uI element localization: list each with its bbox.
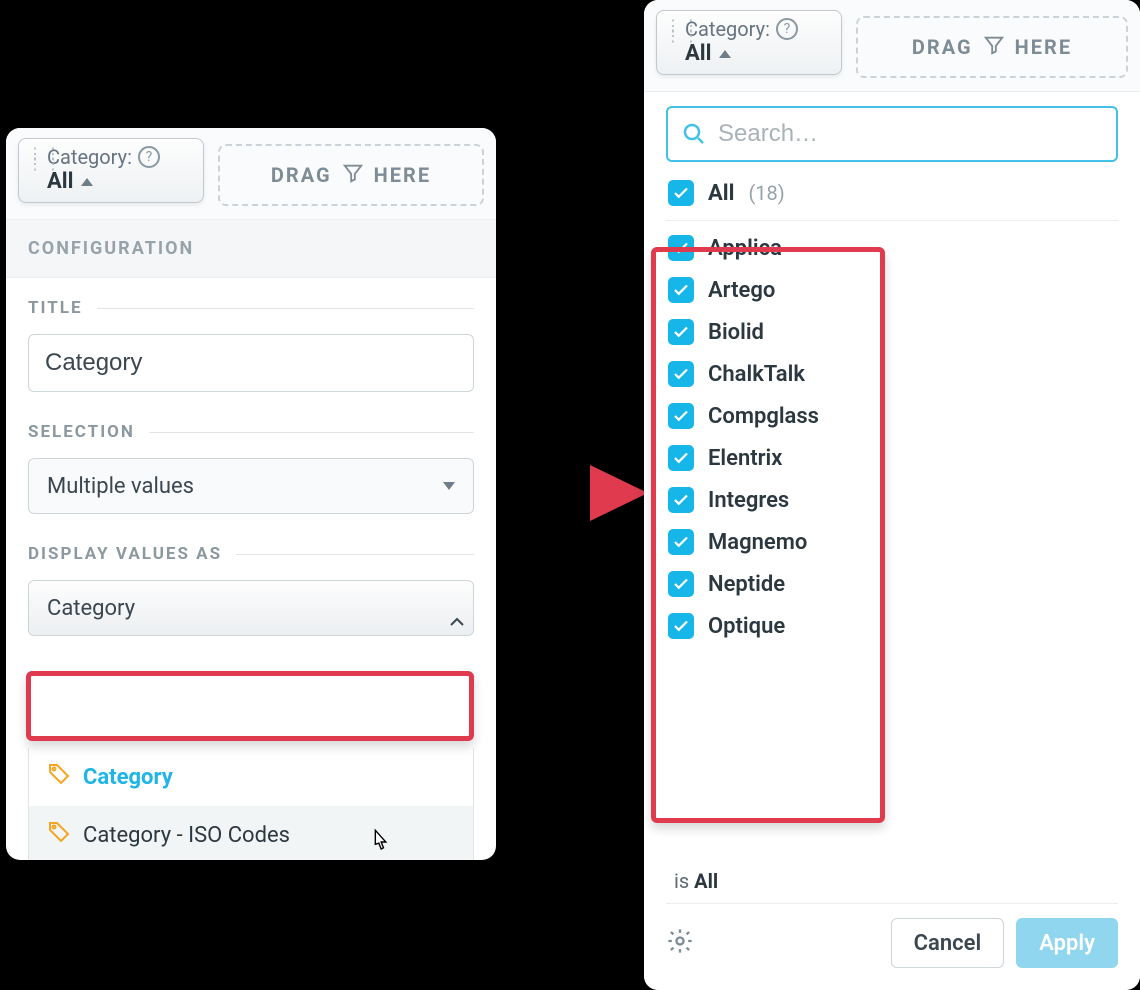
item-label: Magnemo (708, 530, 807, 555)
option-label: Category (83, 765, 173, 790)
help-icon[interactable]: ? (138, 146, 160, 168)
tag-icon (47, 820, 71, 850)
dropzone-here: HERE (1015, 35, 1072, 59)
checkbox-checked-icon[interactable] (668, 403, 694, 429)
chevron-up-icon (81, 178, 93, 186)
all-label: All (708, 181, 734, 206)
select-all-row[interactable]: All (18) (666, 162, 1118, 221)
list-item[interactable]: Optique (666, 605, 1118, 647)
checkbox-checked-icon[interactable] (668, 319, 694, 345)
filter-chip-category[interactable]: ⋮⋮⋮⋮ Category: ? All (656, 10, 842, 75)
chevron-down-icon (443, 482, 455, 490)
status-value: All (694, 869, 718, 893)
filter-drop-zone[interactable]: DRAG HERE (218, 144, 484, 206)
title-label: TITLE (28, 298, 83, 318)
display-values-group: DISPLAY VALUES AS Category (6, 524, 496, 636)
list-item[interactable]: Magnemo (666, 521, 1118, 563)
item-label: Neptide (708, 572, 785, 597)
dropdown-option-category[interactable]: Category (29, 748, 473, 806)
search-input[interactable] (716, 119, 1102, 149)
item-label: Applica (708, 236, 782, 261)
selection-select[interactable]: Multiple values (28, 458, 474, 514)
pointer-cursor-icon (366, 828, 394, 860)
selection-group: SELECTION Multiple values (6, 402, 496, 524)
funnel-icon (983, 34, 1005, 61)
chevron-up-icon (719, 50, 731, 58)
configuration-header: CONFIGURATION (6, 220, 496, 278)
item-label: Compglass (708, 404, 819, 429)
checkbox-checked-icon[interactable] (668, 445, 694, 471)
status-prefix: is (674, 869, 694, 893)
checkbox-checked-icon[interactable] (668, 529, 694, 555)
item-label: Elentrix (708, 446, 782, 471)
highlight-display-select (26, 671, 474, 741)
checkbox-checked-icon[interactable] (668, 180, 694, 206)
checkbox-checked-icon[interactable] (668, 571, 694, 597)
right-topbar: ⋮⋮⋮⋮ Category: ? All DRAG HERE (644, 0, 1140, 92)
filter-drop-zone[interactable]: DRAG HERE (856, 16, 1128, 78)
item-label: Integres (708, 488, 789, 513)
display-values-value: Category (47, 596, 135, 621)
checkbox-checked-icon[interactable] (668, 277, 694, 303)
list-item[interactable]: Elentrix (666, 437, 1118, 479)
help-icon[interactable]: ? (776, 18, 798, 40)
arrow-icon (480, 453, 650, 537)
selection-value: Multiple values (47, 474, 194, 499)
list-item[interactable]: ChalkTalk (666, 353, 1118, 395)
dropzone-drag: DRAG (912, 35, 973, 59)
list-item[interactable]: Artego (666, 269, 1118, 311)
item-label: Artego (708, 278, 775, 303)
list-item[interactable]: Applica (666, 227, 1118, 269)
selection-label: SELECTION (28, 422, 135, 442)
filter-chip-category[interactable]: ⋮⋮⋮⋮ Category: ? All (18, 138, 204, 203)
configuration-panel: ⋮⋮⋮⋮ Category: ? All DRAG HERE CONFIGURA… (6, 128, 496, 860)
list-item[interactable]: Neptide (666, 563, 1118, 605)
dropzone-here: HERE (374, 163, 431, 187)
left-topbar: ⋮⋮⋮⋮ Category: ? All DRAG HERE (6, 128, 496, 220)
dropdown-option-iso-codes[interactable]: Category - ISO Codes (29, 806, 473, 860)
list-item[interactable]: Integres (666, 479, 1118, 521)
checkbox-checked-icon[interactable] (668, 235, 694, 261)
funnel-icon (342, 162, 364, 189)
tag-icon (47, 762, 71, 792)
dropzone-drag: DRAG (271, 163, 332, 187)
panel-footer: Cancel Apply (644, 904, 1140, 990)
apply-button[interactable]: Apply (1016, 918, 1118, 968)
checkbox-checked-icon[interactable] (668, 487, 694, 513)
list-item[interactable]: Compglass (666, 395, 1118, 437)
drag-grip-icon: ⋮⋮⋮⋮ (27, 149, 63, 169)
filter-status: is All (644, 853, 1140, 903)
cancel-button[interactable]: Cancel (891, 918, 1005, 968)
title-input[interactable] (28, 334, 474, 392)
search-box[interactable] (666, 106, 1118, 162)
filter-values-panel: ⋮⋮⋮⋮ Category: ? All DRAG HERE All (644, 0, 1140, 990)
search-icon (682, 122, 706, 146)
display-values-dropdown: Category Category - ISO Codes (28, 748, 474, 860)
item-label: ChalkTalk (708, 362, 805, 387)
list-item[interactable]: Biolid (666, 311, 1118, 353)
display-values-label: DISPLAY VALUES AS (28, 544, 222, 564)
drag-grip-icon: ⋮⋮⋮⋮ (665, 21, 701, 41)
checkbox-checked-icon[interactable] (668, 361, 694, 387)
checkbox-checked-icon[interactable] (668, 613, 694, 639)
item-label: Optique (708, 614, 785, 639)
gear-icon[interactable] (666, 927, 694, 959)
title-group: TITLE (6, 278, 496, 402)
filter-body: All (18) Applica Artego Biolid ChalkTalk Com… (644, 92, 1140, 647)
option-label: Category - ISO Codes (83, 823, 290, 848)
filter-items-list: Applica Artego Biolid ChalkTalk Compglass Ele… (666, 227, 1118, 647)
display-values-select[interactable]: Category (28, 580, 474, 636)
all-count: (18) (748, 181, 784, 205)
item-label: Biolid (708, 320, 764, 345)
